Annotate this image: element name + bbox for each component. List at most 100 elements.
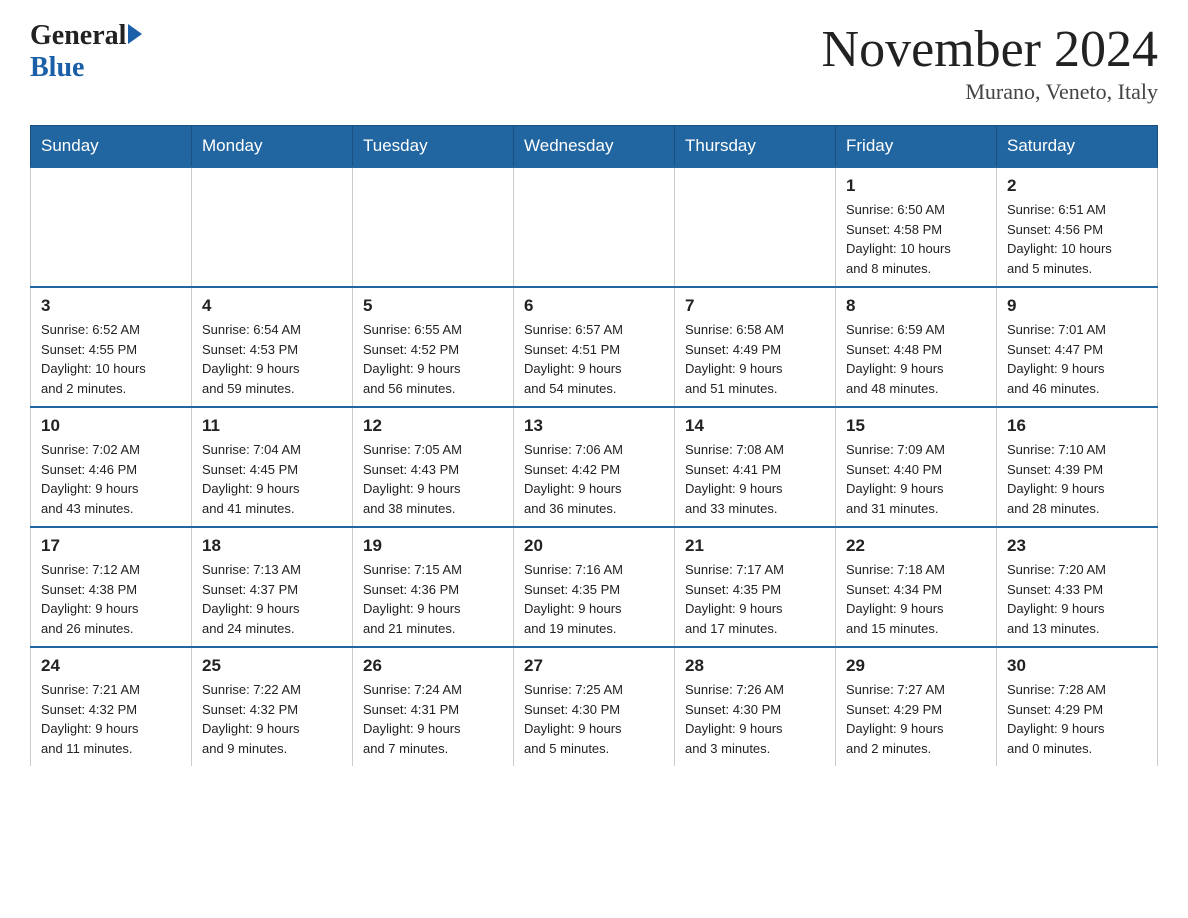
day-info: Sunrise: 7:18 AM Sunset: 4:34 PM Dayligh… <box>846 560 986 638</box>
day-info: Sunrise: 7:17 AM Sunset: 4:35 PM Dayligh… <box>685 560 825 638</box>
calendar-cell: 23 Sunrise: 7:20 AM Sunset: 4:33 PM Dayli… <box>997 527 1158 647</box>
calendar-subtitle: Murano, Veneto, Italy <box>822 79 1158 105</box>
day-info: Sunrise: 6:52 AM Sunset: 4:55 PM Dayligh… <box>41 320 181 398</box>
calendar-cell: 30Sunrise: 7:28 AM Sunset: 4:29 PM Dayli… <box>997 647 1158 766</box>
calendar-cell: 29Sunrise: 7:27 AM Sunset: 4:29 PM Dayli… <box>836 647 997 766</box>
day-info: Sunrise: 6:54 AM Sunset: 4:53 PM Dayligh… <box>202 320 342 398</box>
day-number: 23 <box>1007 536 1147 556</box>
day-info: Sunrise: 7:06 AM Sunset: 4:42 PM Dayligh… <box>524 440 664 518</box>
day-number: 25 <box>202 656 342 676</box>
calendar-cell: 5 Sunrise: 6:55 AM Sunset: 4:52 PM Daylig… <box>353 287 514 407</box>
day-info: Sunrise: 6:51 AM Sunset: 4:56 PM Dayligh… <box>1007 200 1147 278</box>
column-header-friday: Friday <box>836 126 997 168</box>
day-number: 7 <box>685 296 825 316</box>
logo-blue-text: Blue <box>30 52 84 84</box>
day-info: Sunrise: 7:15 AM Sunset: 4:36 PM Dayligh… <box>363 560 503 638</box>
logo-icon: General Blue <box>30 20 142 84</box>
day-number: 22 <box>846 536 986 556</box>
calendar-week-row: 24 Sunrise: 7:21 AM Sunset: 4:32 PM Dayli… <box>31 647 1158 766</box>
calendar-cell: 15 Sunrise: 7:09 AM Sunset: 4:40 PM Dayli… <box>836 407 997 527</box>
calendar-week-row: 17Sunrise: 7:12 AM Sunset: 4:38 PM Dayli… <box>31 527 1158 647</box>
day-number: 16 <box>1007 416 1147 436</box>
calendar-cell: 4 Sunrise: 6:54 AM Sunset: 4:53 PM Daylig… <box>192 287 353 407</box>
column-header-monday: Monday <box>192 126 353 168</box>
calendar-cell: 17Sunrise: 7:12 AM Sunset: 4:38 PM Dayli… <box>31 527 192 647</box>
calendar-cell: 21 Sunrise: 7:17 AM Sunset: 4:35 PM Dayli… <box>675 527 836 647</box>
day-number: 18 <box>202 536 342 556</box>
day-info: Sunrise: 7:09 AM Sunset: 4:40 PM Dayligh… <box>846 440 986 518</box>
day-number: 10 <box>41 416 181 436</box>
page-header: General Blue November 2024 Murano, Venet… <box>30 20 1158 105</box>
day-info: Sunrise: 7:04 AM Sunset: 4:45 PM Dayligh… <box>202 440 342 518</box>
calendar-cell: 19 Sunrise: 7:15 AM Sunset: 4:36 PM Dayli… <box>353 527 514 647</box>
calendar-cell: 25 Sunrise: 7:22 AM Sunset: 4:32 PM Dayli… <box>192 647 353 766</box>
calendar-cell: 9 Sunrise: 7:01 AM Sunset: 4:47 PM Daylig… <box>997 287 1158 407</box>
day-info: Sunrise: 7:08 AM Sunset: 4:41 PM Dayligh… <box>685 440 825 518</box>
calendar-cell: 16Sunrise: 7:10 AM Sunset: 4:39 PM Dayli… <box>997 407 1158 527</box>
column-header-wednesday: Wednesday <box>514 126 675 168</box>
calendar-cell <box>31 167 192 287</box>
day-number: 28 <box>685 656 825 676</box>
calendar-cell: 12 Sunrise: 7:05 AM Sunset: 4:43 PM Dayli… <box>353 407 514 527</box>
calendar-cell: 3 Sunrise: 6:52 AM Sunset: 4:55 PM Daylig… <box>31 287 192 407</box>
day-number: 29 <box>846 656 986 676</box>
day-info: Sunrise: 6:58 AM Sunset: 4:49 PM Dayligh… <box>685 320 825 398</box>
day-info: Sunrise: 7:02 AM Sunset: 4:46 PM Dayligh… <box>41 440 181 518</box>
day-info: Sunrise: 7:05 AM Sunset: 4:43 PM Dayligh… <box>363 440 503 518</box>
day-number: 3 <box>41 296 181 316</box>
day-number: 21 <box>685 536 825 556</box>
title-block: November 2024 Murano, Veneto, Italy <box>822 20 1158 105</box>
day-number: 6 <box>524 296 664 316</box>
calendar-cell <box>675 167 836 287</box>
calendar-cell: 10 Sunrise: 7:02 AM Sunset: 4:46 PM Dayli… <box>31 407 192 527</box>
day-number: 27 <box>524 656 664 676</box>
calendar-cell <box>514 167 675 287</box>
day-number: 9 <box>1007 296 1147 316</box>
calendar-cell: 6 Sunrise: 6:57 AM Sunset: 4:51 PM Daylig… <box>514 287 675 407</box>
day-info: Sunrise: 6:55 AM Sunset: 4:52 PM Dayligh… <box>363 320 503 398</box>
column-header-sunday: Sunday <box>31 126 192 168</box>
day-info: Sunrise: 7:22 AM Sunset: 4:32 PM Dayligh… <box>202 680 342 758</box>
day-info: Sunrise: 6:57 AM Sunset: 4:51 PM Dayligh… <box>524 320 664 398</box>
calendar-cell: 20Sunrise: 7:16 AM Sunset: 4:35 PM Dayli… <box>514 527 675 647</box>
column-header-tuesday: Tuesday <box>353 126 514 168</box>
day-number: 1 <box>846 176 986 196</box>
column-header-thursday: Thursday <box>675 126 836 168</box>
calendar-cell: 26Sunrise: 7:24 AM Sunset: 4:31 PM Dayli… <box>353 647 514 766</box>
day-number: 15 <box>846 416 986 436</box>
calendar-week-row: 3 Sunrise: 6:52 AM Sunset: 4:55 PM Daylig… <box>31 287 1158 407</box>
day-info: Sunrise: 7:13 AM Sunset: 4:37 PM Dayligh… <box>202 560 342 638</box>
calendar-cell <box>353 167 514 287</box>
day-number: 19 <box>363 536 503 556</box>
calendar-cell: 24 Sunrise: 7:21 AM Sunset: 4:32 PM Dayli… <box>31 647 192 766</box>
calendar-cell: 1 Sunrise: 6:50 AM Sunset: 4:58 PM Daylig… <box>836 167 997 287</box>
day-number: 13 <box>524 416 664 436</box>
calendar-cell: 28Sunrise: 7:26 AM Sunset: 4:30 PM Dayli… <box>675 647 836 766</box>
day-number: 24 <box>41 656 181 676</box>
day-number: 8 <box>846 296 986 316</box>
calendar-cell: 7 Sunrise: 6:58 AM Sunset: 4:49 PM Daylig… <box>675 287 836 407</box>
day-number: 20 <box>524 536 664 556</box>
day-info: Sunrise: 6:59 AM Sunset: 4:48 PM Dayligh… <box>846 320 986 398</box>
calendar-cell: 22 Sunrise: 7:18 AM Sunset: 4:34 PM Dayli… <box>836 527 997 647</box>
day-number: 4 <box>202 296 342 316</box>
calendar-cell: 13 Sunrise: 7:06 AM Sunset: 4:42 PM Dayli… <box>514 407 675 527</box>
day-number: 2 <box>1007 176 1147 196</box>
day-number: 5 <box>363 296 503 316</box>
day-info: Sunrise: 6:50 AM Sunset: 4:58 PM Dayligh… <box>846 200 986 278</box>
day-number: 14 <box>685 416 825 436</box>
day-number: 26 <box>363 656 503 676</box>
calendar-cell: 18 Sunrise: 7:13 AM Sunset: 4:37 PM Dayli… <box>192 527 353 647</box>
day-number: 11 <box>202 416 342 436</box>
calendar-week-row: 1 Sunrise: 6:50 AM Sunset: 4:58 PM Daylig… <box>31 167 1158 287</box>
day-info: Sunrise: 7:20 AM Sunset: 4:33 PM Dayligh… <box>1007 560 1147 638</box>
calendar-cell: 14 Sunrise: 7:08 AM Sunset: 4:41 PM Dayli… <box>675 407 836 527</box>
logo: General Blue <box>30 20 142 84</box>
logo-triangle-icon <box>128 24 142 44</box>
day-info: Sunrise: 7:21 AM Sunset: 4:32 PM Dayligh… <box>41 680 181 758</box>
calendar-header-row: SundayMondayTuesdayWednesdayThursdayFrid… <box>31 126 1158 168</box>
day-info: Sunrise: 7:01 AM Sunset: 4:47 PM Dayligh… <box>1007 320 1147 398</box>
day-number: 12 <box>363 416 503 436</box>
day-number: 17 <box>41 536 181 556</box>
calendar-table: SundayMondayTuesdayWednesdayThursdayFrid… <box>30 125 1158 766</box>
